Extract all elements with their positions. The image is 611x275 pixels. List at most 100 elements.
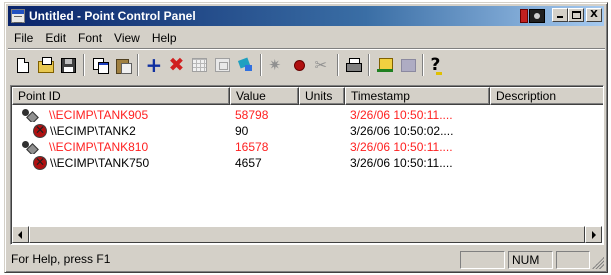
- help-icon: ?: [431, 57, 447, 75]
- tools-button[interactable]: ✂: [311, 54, 334, 76]
- point-id-cell: \\ECIMP\TANK905: [12, 108, 230, 122]
- table-row[interactable]: \\ECIMP\TANK2 90 3/26/06 10:50:02....: [12, 123, 603, 139]
- scroll-left-button[interactable]: [12, 226, 29, 243]
- app-icon[interactable]: [11, 9, 25, 23]
- title-bar[interactable]: Untitled - Point Control Panel X: [8, 6, 604, 26]
- copy-button[interactable]: [88, 54, 111, 76]
- status-panel-scroll: [556, 251, 590, 269]
- menu-font[interactable]: Font: [72, 29, 108, 47]
- column-header-point-id[interactable]: Point ID: [12, 87, 230, 105]
- timestamp-cell: 3/26/06 10:50:02....: [350, 124, 454, 138]
- column-header-timestamp[interactable]: Timestamp: [345, 87, 490, 105]
- chart-disabled-icon: [400, 58, 416, 73]
- save-disk-icon: [61, 57, 76, 73]
- menu-bar: File Edit Font View Help: [8, 28, 183, 48]
- column-header-description[interactable]: Description: [490, 87, 603, 105]
- grid-button[interactable]: [188, 54, 211, 76]
- add-point-button[interactable]: +: [142, 54, 165, 76]
- point-id-text: \\ECIMP\TANK905: [49, 108, 149, 122]
- resize-grip[interactable]: [592, 257, 604, 269]
- table-row[interactable]: \\ECIMP\TANK750 4657 3/26/06 10:50:11....: [12, 155, 603, 171]
- toolbar: + ✖ ✷ ✂ ?: [11, 51, 450, 79]
- toolbar-separator: [137, 54, 139, 76]
- column-header-value[interactable]: Value: [230, 87, 299, 105]
- value-cell: 16578: [235, 140, 269, 154]
- point-id-text: \\ECIMP\TANK810: [49, 140, 149, 154]
- point-id-text: \\ECIMP\TANK750: [50, 156, 150, 170]
- save-button[interactable]: [57, 54, 80, 76]
- point-id-cell: \\ECIMP\TANK2: [12, 124, 230, 138]
- record-dot-icon: [295, 60, 304, 70]
- status-panel-caps: [460, 251, 505, 269]
- table-row[interactable]: \\ECIMP\TANK810 16578 3/26/06 10:50:11....: [12, 139, 603, 155]
- menu-help[interactable]: Help: [146, 29, 183, 47]
- print-icon: [345, 58, 362, 72]
- tag-button[interactable]: [234, 54, 257, 76]
- menu-edit[interactable]: Edit: [39, 29, 72, 47]
- properties-button[interactable]: [211, 54, 234, 76]
- gray-star-icon: ✷: [268, 56, 282, 74]
- list-header: Point ID Value Units Timestamp Descripti…: [12, 87, 603, 105]
- value-cell: 4657: [235, 156, 262, 170]
- new-document-icon: [16, 57, 29, 73]
- minimize-button[interactable]: [552, 8, 568, 22]
- point-id-text: \\ECIMP\TANK2: [50, 124, 136, 138]
- point-id-cell: \\ECIMP\TANK810: [12, 140, 230, 154]
- window-title: Untitled - Point Control Panel: [29, 9, 196, 23]
- maximize-icon: [572, 11, 581, 19]
- toolbar-separator: [260, 54, 262, 76]
- timestamp-cell: 3/26/06 10:50:11....: [350, 108, 453, 122]
- menu-view[interactable]: View: [108, 29, 146, 47]
- status-bar: For Help, press F1 NUM: [8, 249, 605, 270]
- red-indicator-icon: [520, 9, 528, 23]
- timestamp-cell: 3/26/06 10:50:11....: [350, 140, 453, 154]
- maximize-button[interactable]: [568, 8, 584, 22]
- point-id-cell: \\ECIMP\TANK750: [12, 156, 230, 170]
- monitor-indicator-icon: [529, 9, 545, 23]
- print-button[interactable]: [342, 54, 365, 76]
- gray-star-button[interactable]: ✷: [265, 54, 288, 76]
- open-button[interactable]: [34, 54, 57, 76]
- paste-icon: [115, 57, 132, 74]
- tag-icon: [238, 57, 254, 73]
- menu-file[interactable]: File: [8, 29, 39, 47]
- window-controls: X: [552, 8, 602, 22]
- scroll-thumb[interactable]: [29, 226, 585, 243]
- chart-button[interactable]: [373, 54, 396, 76]
- point-ok-icon: [21, 108, 37, 122]
- menu-separator: [8, 48, 605, 50]
- tools-icon: ✂: [314, 56, 328, 74]
- toolbar-separator: [337, 54, 339, 76]
- record-button[interactable]: [288, 54, 311, 76]
- toolbar-separator: [83, 54, 85, 76]
- delete-point-button[interactable]: ✖: [165, 54, 188, 76]
- point-alarm-icon: [33, 156, 49, 170]
- delete-point-icon: ✖: [168, 54, 185, 76]
- grid-icon: [192, 58, 207, 72]
- status-help-text: For Help, press F1: [11, 252, 111, 266]
- value-cell: 58798: [235, 108, 269, 122]
- status-panel-num: NUM: [508, 251, 553, 269]
- close-button[interactable]: X: [586, 8, 602, 22]
- column-header-units[interactable]: Units: [299, 87, 345, 105]
- chart-disabled-button[interactable]: [396, 54, 419, 76]
- help-button[interactable]: ?: [427, 54, 450, 76]
- point-alarm-icon: [33, 124, 49, 138]
- main-window: Untitled - Point Control Panel X File Ed…: [4, 2, 608, 273]
- point-ok-icon: [21, 140, 37, 154]
- timestamp-cell: 3/26/06 10:50:11....: [350, 156, 453, 170]
- toolbar-separator: [422, 54, 424, 76]
- toolbar-separator: [368, 54, 370, 76]
- point-list[interactable]: Point ID Value Units Timestamp Descripti…: [10, 85, 604, 245]
- chart-icon: [376, 57, 393, 73]
- minimize-icon: [557, 16, 563, 18]
- close-icon: X: [590, 9, 598, 20]
- paste-button[interactable]: [111, 54, 134, 76]
- new-button[interactable]: [11, 54, 34, 76]
- open-folder-icon: [37, 56, 54, 73]
- scroll-right-button[interactable]: [585, 226, 602, 243]
- table-row[interactable]: \\ECIMP\TANK905 58798 3/26/06 10:50:11....: [12, 107, 603, 123]
- horizontal-scrollbar[interactable]: [12, 226, 602, 243]
- copy-icon: [92, 57, 109, 74]
- title-tray-icons: [520, 8, 546, 24]
